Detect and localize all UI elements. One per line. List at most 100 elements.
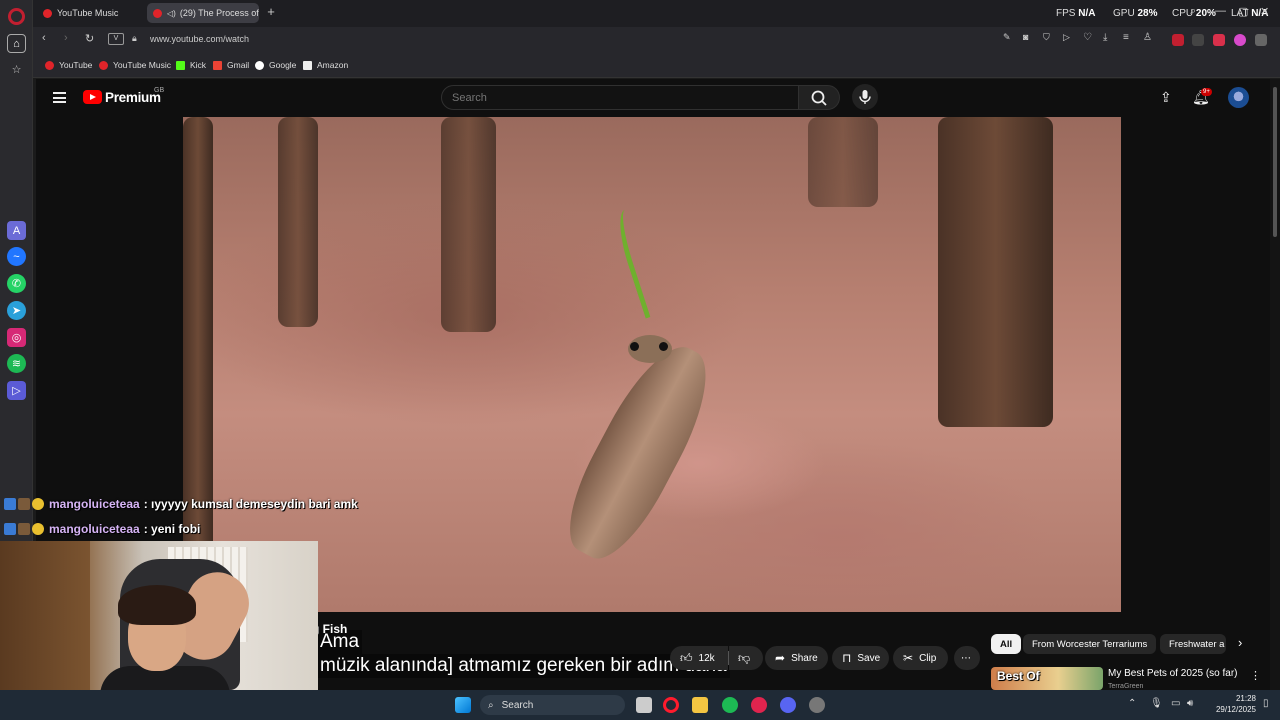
amazon-icon [303,60,312,70]
bookmarks-bar: YouTube YouTube Music Kick Gmail Google … [33,53,1280,78]
maximize-icon[interactable]: ▢ [1238,5,1248,18]
gmail-icon [213,60,222,70]
page-scrollbar[interactable] [1270,79,1280,690]
youtube-logo-icon[interactable] [83,90,102,104]
mudskipper-eye [630,342,639,351]
chat-message: mangoluiceteaa : ıyyyyy kumsal demeseydi… [4,495,358,513]
badge-icon [18,498,30,510]
search-tabs-icon[interactable]: ⌕ [1190,5,1196,18]
telegram-icon[interactable]: ➤ [7,301,26,320]
avatar[interactable] [1228,87,1249,108]
microphone-tray-icon[interactable]: 🎙︎ [1150,698,1163,709]
chat-text: : yeni fobi [143,522,201,536]
chevron-right-icon[interactable]: › [1238,635,1242,650]
forward-icon[interactable]: › [64,32,68,44]
recommendation-title[interactable]: My Best Pets of 2025 (so far) [1108,668,1238,679]
sprout-shape [611,205,673,319]
bookmark-gmail[interactable]: Gmail [213,60,249,70]
scrollbar-thumb[interactable] [1273,87,1277,237]
vpn-badge[interactable]: V [108,33,124,45]
address-bar-row: ‹ › ↻ V 🔒︎ www.youtube.com/watch ✎ ◙ ⛉ ▷… [33,27,1280,53]
aria-icon[interactable]: A [7,221,26,240]
file-explorer-icon[interactable] [692,697,708,713]
brand-region: GB [154,87,165,94]
menu-icon[interactable] [53,92,66,103]
search-button[interactable] [798,85,840,110]
chip-all[interactable]: All [991,634,1022,654]
star-icon[interactable]: ☆ [7,60,26,79]
player-icon[interactable]: ▷ [7,381,26,400]
video-player[interactable] [183,117,1121,612]
taskbar-search[interactable]: ⌕ Search [480,695,625,715]
tab-bar: YouTube Music ◁) (29) The Process of M +… [33,0,1280,27]
edit-icon[interactable]: ✎ [1003,32,1011,43]
volume-icon[interactable]: 🔊︎ [1187,698,1193,709]
bookmark-youtube[interactable]: YouTube [45,60,92,70]
close-icon[interactable]: ✕ [1260,5,1269,18]
save-button[interactable]: ⊓ Save [832,646,889,670]
lock-icon[interactable]: 🔒︎ [132,33,137,44]
recommendation-channel[interactable]: TerraGreen [1108,683,1143,690]
brand-name: Premium [105,90,161,105]
network-icon[interactable]: ▭ [1171,698,1180,709]
like-button[interactable]: 👍︎ 12k [670,646,728,670]
more-actions-button[interactable]: ⋯ [954,646,980,670]
whatsapp-icon[interactable]: ✆ [7,274,26,293]
discord-icon[interactable] [780,697,796,713]
extension-2-icon[interactable] [1192,34,1204,46]
recommendation-thumbnail[interactable]: Best Of [991,667,1103,690]
bookmark-icon: ⊓ [842,651,852,665]
bookmark-youtube-music[interactable]: YouTube Music [99,60,171,70]
opera-logo-icon[interactable] [8,8,25,25]
extensions-menu-icon[interactable] [1255,34,1267,46]
opera-icon[interactable] [751,697,767,713]
badge-icon [4,498,16,510]
tray-chevron-icon[interactable]: ⌃ [1128,698,1136,709]
url-field[interactable]: www.youtube.com/watch [150,34,249,44]
clock[interactable]: 21:28 29/12/2025 [1196,693,1256,715]
shield-icon[interactable]: ⛉ [1043,32,1050,43]
chip-from-channel[interactable]: From Worcester Terrariums [1023,634,1157,654]
download-icon[interactable]: ⤓ [1103,32,1107,43]
back-icon[interactable]: ‹ [42,32,46,44]
bookmark-google[interactable]: Google [255,60,296,70]
app-icon[interactable] [809,697,825,713]
more-vertical-icon[interactable]: ⋮ [1250,669,1261,682]
chip-freshwater[interactable]: Freshwater a [1160,634,1226,654]
clip-button[interactable]: ✂ Clip [893,646,948,670]
extension-4-icon[interactable] [1234,34,1246,46]
heart-icon[interactable]: ♡ [1083,32,1092,43]
subtitles: Ama müzik alanında] atmamız gereken bir … [317,630,730,678]
bookmark-amazon[interactable]: Amazon [303,60,348,70]
camera-icon[interactable]: ◙ [1023,32,1028,42]
extension-1-icon[interactable] [1172,34,1184,46]
chat-username: mangoluiceteaa [49,497,140,511]
profile-icon[interactable]: ♙ [1143,32,1152,43]
minimize-icon[interactable]: — [1215,5,1226,17]
webcam-background [0,541,90,690]
notification-icon[interactable]: ▯ [1263,698,1269,709]
spotify-icon[interactable] [722,697,738,713]
new-tab-button[interactable]: + [264,5,278,19]
home-icon[interactable]: ⌂ [7,34,26,53]
play-icon[interactable]: ▷ [1063,32,1070,43]
list-icon[interactable]: ≡ [1123,32,1129,43]
spotify-icon[interactable]: ≋ [7,354,26,373]
task-view-icon[interactable] [636,697,652,713]
reload-icon[interactable]: ↻ [85,32,94,45]
search-input[interactable] [441,85,799,110]
messenger-icon[interactable]: ~ [7,247,26,266]
instagram-icon[interactable]: ◎ [7,328,26,347]
upload-icon[interactable]: ⇪ [1160,89,1172,106]
extension-3-icon[interactable] [1213,34,1225,46]
voice-search-button[interactable] [852,84,878,110]
tab-youtube-music[interactable]: YouTube Music [37,3,143,23]
youtube-icon [45,60,54,70]
share-button[interactable]: ➦ Share [765,646,828,670]
more-horizontal-icon: ⋯ [961,652,971,664]
opera-gx-icon[interactable] [663,697,679,713]
dislike-button[interactable]: 👎︎ [729,646,763,670]
windows-start-icon[interactable] [455,697,471,713]
tab-youtube-video[interactable]: ◁) (29) The Process of M [147,3,259,23]
bookmark-kick[interactable]: Kick [176,60,206,70]
